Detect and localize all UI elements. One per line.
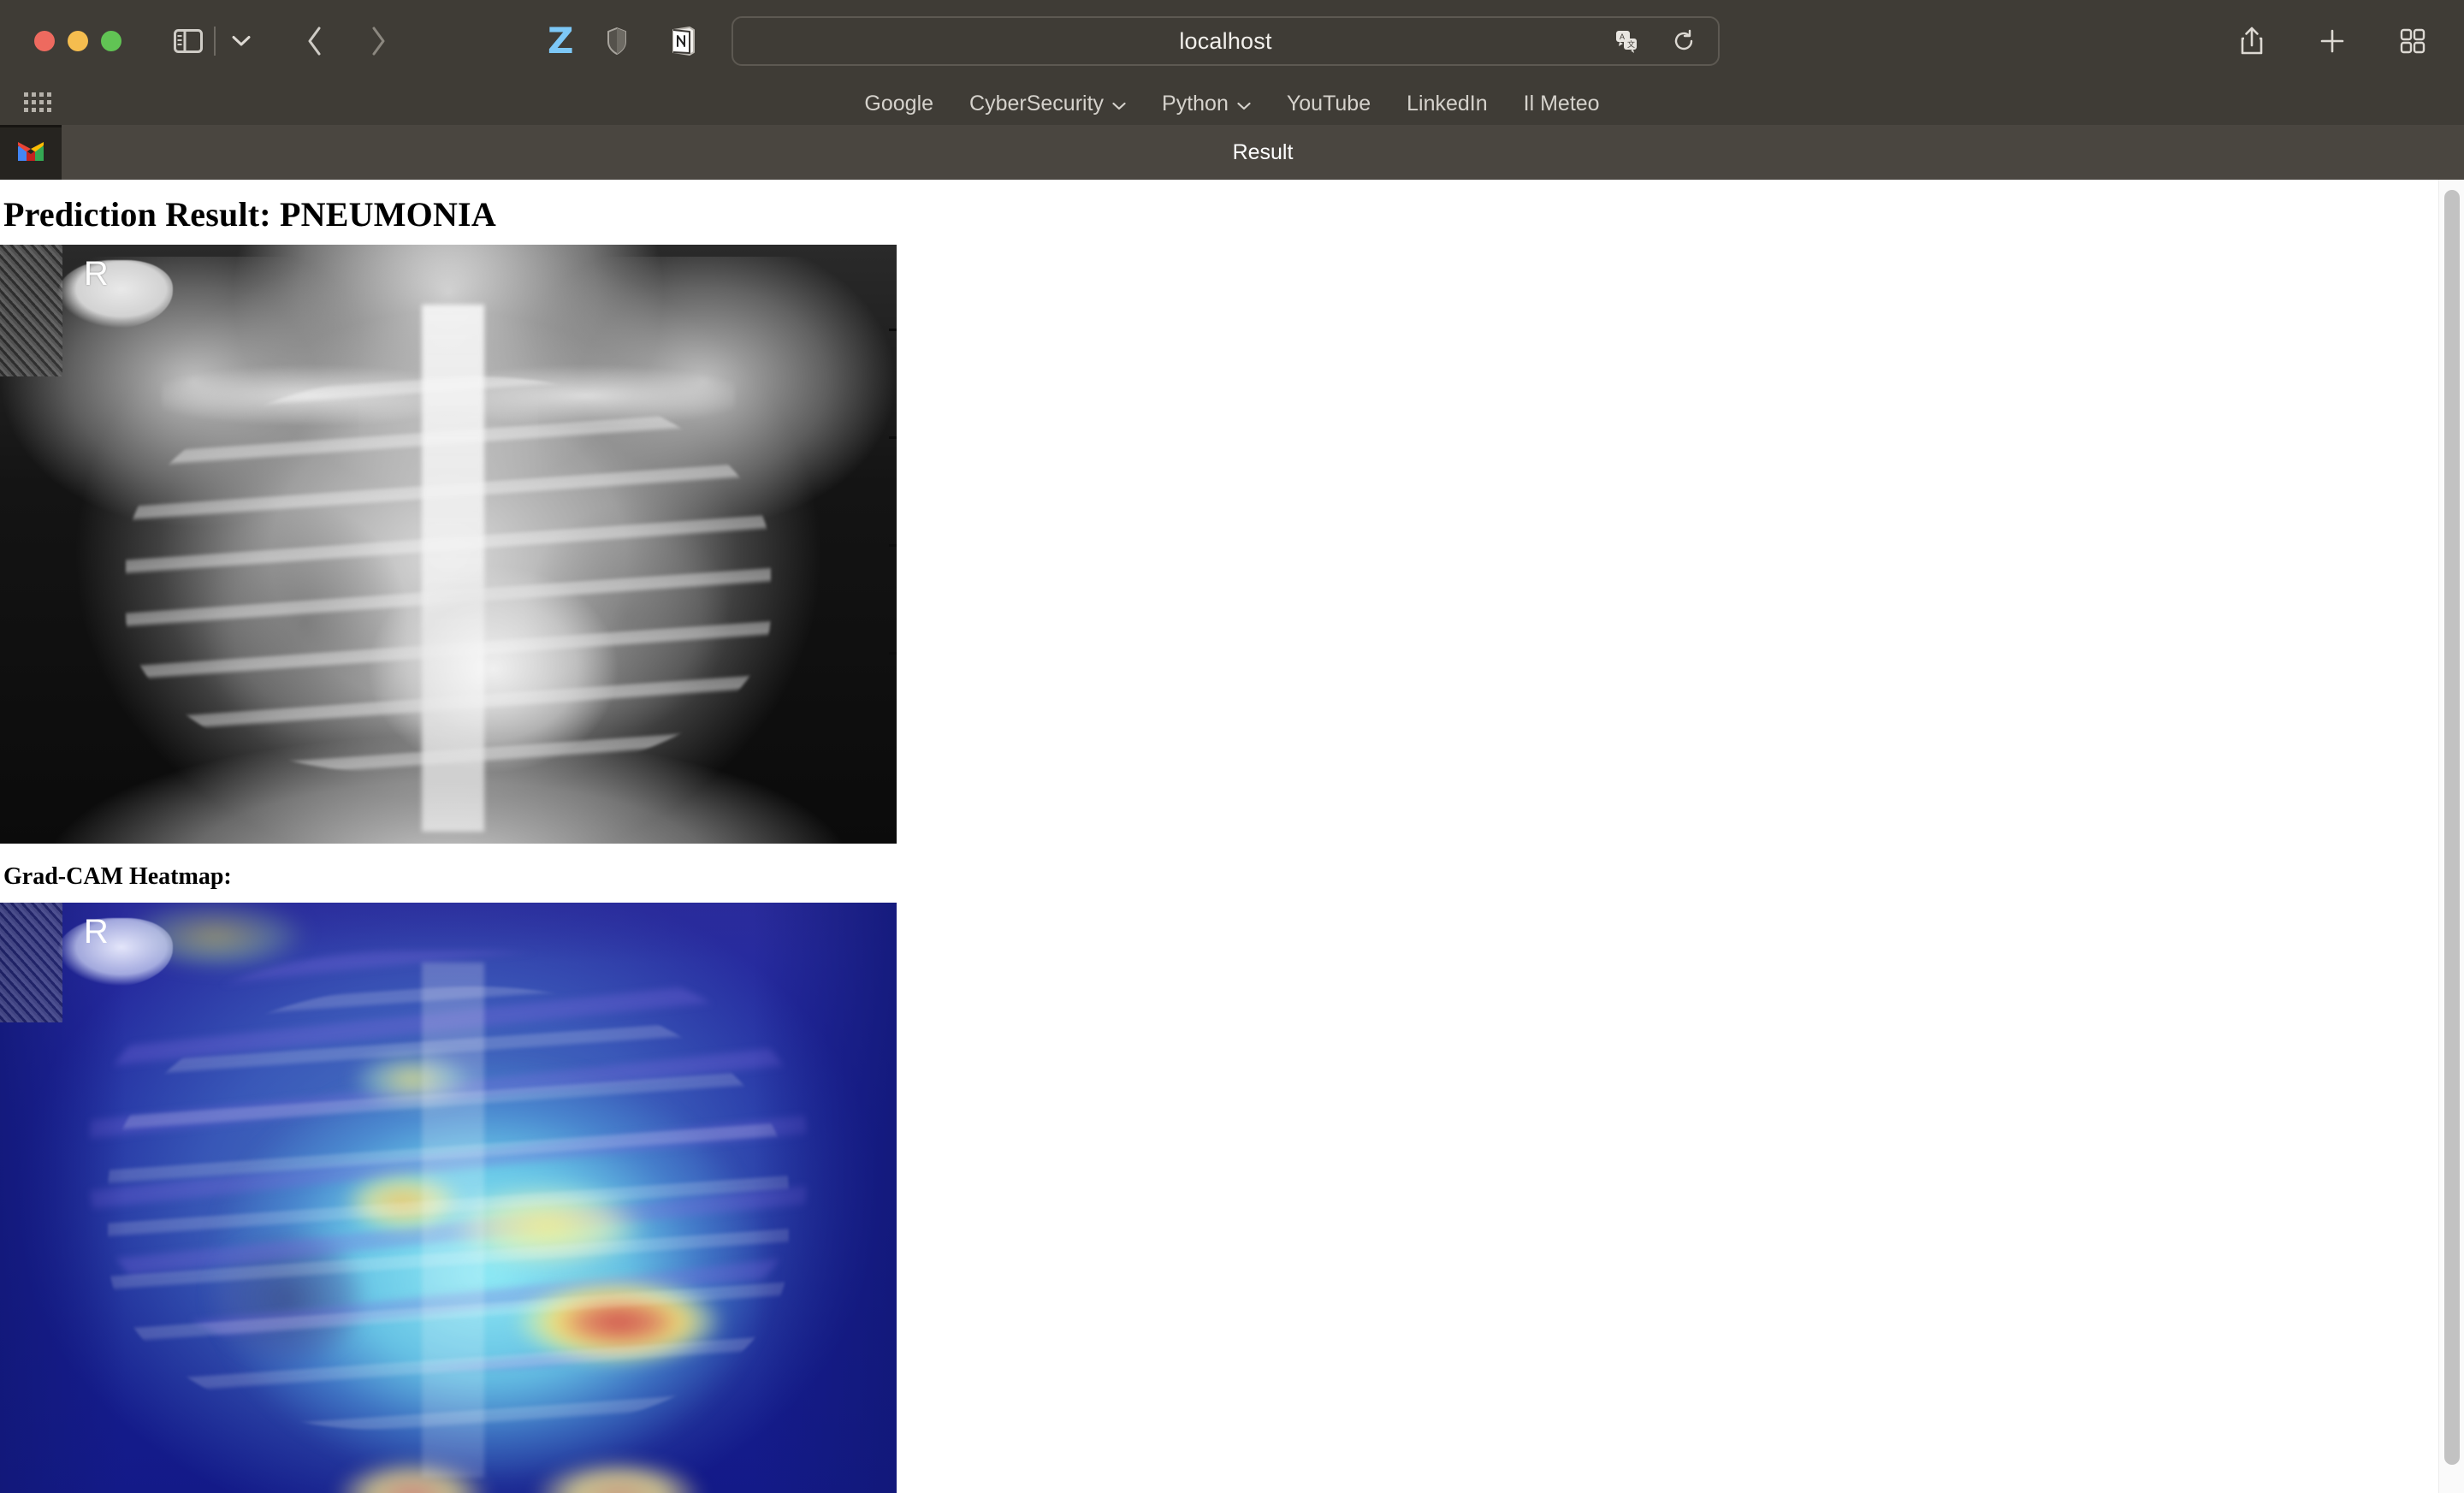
address-bar-text: localhost [1179, 27, 1272, 54]
gmail-icon [16, 140, 45, 168]
tab-overview-icon[interactable] [2390, 19, 2435, 63]
bookmark-label: CyberSecurity [969, 91, 1105, 116]
bookmark-linkedin[interactable]: LinkedIn [1407, 92, 1488, 116]
tab-result[interactable]: Result [62, 125, 2464, 180]
svg-text:A: A [1620, 33, 1625, 41]
window-controls [34, 31, 121, 51]
toolbar-divider [214, 27, 216, 56]
page-content: Prediction Result: PNEUMONIA R Grad-CAM … [0, 194, 2464, 1493]
heatmap-marker-letter: R [83, 912, 109, 951]
address-bar[interactable]: localhost A 文 [732, 16, 1720, 66]
address-bar-actions: A 文 [1605, 19, 1706, 63]
gradcam-heatmap-image: R [0, 903, 897, 1493]
toolbar-right-actions [2230, 19, 2435, 63]
page-viewport: Prediction Result: PNEUMONIA R Grad-CAM … [0, 180, 2464, 1493]
heatmap-side-marker: R [50, 909, 193, 1004]
chevron-down-icon[interactable] [219, 19, 264, 63]
maximize-window-button[interactable] [101, 31, 121, 51]
chevron-down-icon [1237, 92, 1251, 116]
zotero-connector-icon[interactable]: Z [548, 23, 573, 59]
sidebar-toggle-icon[interactable] [166, 19, 210, 63]
heatmap-marker-clip [57, 918, 173, 987]
new-tab-icon[interactable] [2310, 19, 2354, 63]
gradcam-heading: Grad-CAM Heatmap: [3, 863, 232, 890]
bookmark-label: Python [1162, 91, 1229, 116]
extension-buttons: Z [548, 19, 706, 63]
translate-icon[interactable]: A 文 [1605, 19, 1650, 63]
close-window-button[interactable] [34, 31, 55, 51]
xray-image: R [0, 245, 897, 844]
tab-strip: Result [0, 125, 2464, 180]
minimize-window-button[interactable] [68, 31, 88, 51]
bookmark-python[interactable]: Python [1162, 92, 1251, 116]
browser-toolbar: Z localhost A 文 [0, 0, 2464, 82]
bookmark-label: YouTube [1286, 91, 1371, 116]
bookmark-label: LinkedIn [1407, 91, 1488, 116]
shield-icon[interactable] [595, 19, 639, 63]
back-icon[interactable] [293, 19, 337, 63]
share-icon[interactable] [2230, 19, 2274, 63]
svg-text:文: 文 [1627, 39, 1635, 49]
apps-grid-icon[interactable] [19, 84, 58, 123]
vertical-scrollbar[interactable] [2438, 180, 2464, 1493]
bookmark-list: Google CyberSecurity Python YouTube Link… [864, 92, 1599, 116]
bookmark-il-meteo[interactable]: Il Meteo [1524, 92, 1600, 116]
xray-edge-ticks [0, 245, 897, 844]
bookmark-cybersecurity[interactable]: CyberSecurity [969, 92, 1126, 116]
bookmark-google[interactable]: Google [864, 92, 933, 116]
tab-gmail[interactable] [0, 125, 62, 180]
browser-chrome: Z localhost A 文 Google CyberSecurity Pyt… [0, 0, 2464, 180]
tab-label: Result [1232, 139, 1294, 164]
bookmark-youtube[interactable]: YouTube [1287, 92, 1371, 116]
page-title: Prediction Result: PNEUMONIA [3, 195, 496, 234]
notion-web-clipper-icon[interactable] [661, 19, 706, 63]
browser-window: Z localhost A 文 Google CyberSecurity Pyt… [0, 0, 2464, 1493]
bookmarks-bar: Google CyberSecurity Python YouTube Link… [0, 82, 2464, 125]
navigation-controls [293, 19, 400, 63]
bookmark-label: Il Meteo [1523, 91, 1600, 116]
vertical-scrollbar-thumb[interactable] [2444, 190, 2460, 1465]
forward-icon[interactable] [356, 19, 400, 63]
chevron-down-icon [1112, 92, 1126, 116]
bookmark-label: Google [864, 91, 934, 116]
reload-icon[interactable] [1661, 19, 1706, 63]
sidebar-controls [166, 19, 264, 63]
